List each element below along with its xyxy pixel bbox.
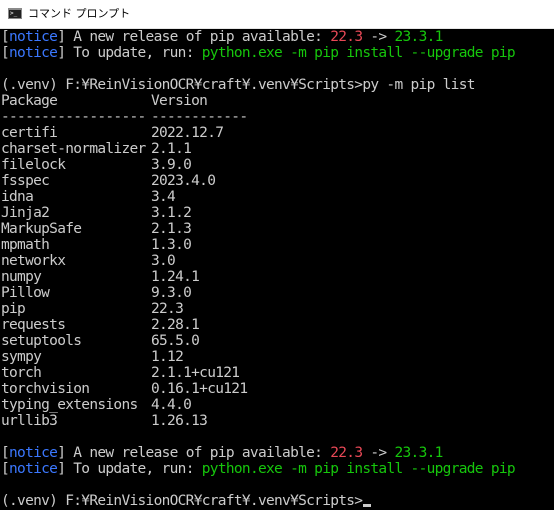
notice-text: A new release of pip available: bbox=[65, 29, 331, 45]
separator-version: ------------ bbox=[151, 109, 248, 125]
notice-tag: notice bbox=[9, 45, 58, 61]
table-row: filelock 3.9.0 bbox=[1, 157, 192, 173]
new-version: 23.3.1 bbox=[394, 29, 443, 45]
table-row: urllib3 1.26.13 bbox=[1, 413, 208, 429]
final-prompt-line[interactable]: (.venv) F:¥ReinVisionOCR¥craft¥.venv¥Scr… bbox=[1, 493, 372, 509]
table-header: Package Version bbox=[1, 93, 208, 109]
notice-line: [notice] A new release of pip available:… bbox=[1, 29, 443, 45]
package-version: 2.1.3 bbox=[151, 221, 192, 237]
package-name: typing_extensions bbox=[1, 397, 138, 413]
package-version: 65.5.0 bbox=[151, 333, 200, 349]
package-version: 3.4 bbox=[151, 189, 176, 205]
notice-line: [notice] To update, run: python.exe -m p… bbox=[1, 45, 516, 61]
notice-line: [notice] To update, run: python.exe -m p… bbox=[1, 461, 516, 477]
separator-package: ------------------ bbox=[1, 109, 146, 125]
table-separator: ------------------ ------------ bbox=[1, 109, 248, 125]
table-row: MarkupSafe 2.1.3 bbox=[1, 221, 192, 237]
table-row: setuptools 65.5.0 bbox=[1, 333, 200, 349]
notice-tag: notice bbox=[9, 29, 58, 45]
table-row: charset-normalizer 2.1.1 bbox=[1, 141, 192, 157]
package-version: 9.3.0 bbox=[151, 285, 192, 301]
package-version: 2023.4.0 bbox=[151, 173, 216, 189]
package-name: Jinja2 bbox=[1, 205, 50, 221]
package-name: certifi bbox=[1, 125, 58, 141]
package-name: MarkupSafe bbox=[1, 221, 82, 237]
header-version: Version bbox=[151, 93, 208, 109]
table-row: sympy 1.12 bbox=[1, 349, 184, 365]
package-name: numpy bbox=[1, 269, 42, 285]
package-version: 2.1.1+cu121 bbox=[151, 365, 240, 381]
table-row: typing_extensions 4.4.0 bbox=[1, 397, 192, 413]
package-name: charset-normalizer bbox=[1, 141, 146, 157]
notice-text: A new release of pip available: bbox=[65, 445, 331, 461]
package-version: 1.12 bbox=[151, 349, 184, 365]
entered-command: py -m pip list bbox=[362, 77, 475, 93]
old-version: 22.3 bbox=[330, 445, 363, 461]
package-name: pip bbox=[1, 301, 26, 317]
shell-prompt: (.venv) F:¥ReinVisionOCR¥craft¥.venv¥Scr… bbox=[1, 77, 363, 93]
package-version: 3.1.2 bbox=[151, 205, 192, 221]
old-version: 22.3 bbox=[330, 29, 363, 45]
package-version: 2022.12.7 bbox=[151, 125, 224, 141]
package-version: 2.1.1 bbox=[151, 141, 192, 157]
package-name: filelock bbox=[1, 157, 66, 173]
new-version: 23.3.1 bbox=[394, 445, 443, 461]
package-name: torch bbox=[1, 365, 42, 381]
package-version: 4.4.0 bbox=[151, 397, 192, 413]
package-name: mpmath bbox=[1, 237, 50, 253]
text-cursor bbox=[363, 504, 372, 507]
notice-text: To update, run: bbox=[65, 45, 202, 61]
table-row: mpmath 1.3.0 bbox=[1, 237, 192, 253]
table-row: Pillow 9.3.0 bbox=[1, 285, 192, 301]
package-version: 22.3 bbox=[151, 301, 184, 317]
table-row: torch 2.1.1+cu121 bbox=[1, 365, 240, 381]
upgrade-command: python.exe -m pip install --upgrade pip bbox=[201, 461, 516, 477]
notice-text: To update, run: bbox=[65, 461, 202, 477]
table-row: certifi 2022.12.7 bbox=[1, 125, 224, 141]
package-name: sympy bbox=[1, 349, 42, 365]
package-name: fsspec bbox=[1, 173, 50, 189]
table-row: fsspec 2023.4.0 bbox=[1, 173, 216, 189]
upgrade-command: python.exe -m pip install --upgrade pip bbox=[201, 45, 516, 61]
package-version: 2.28.1 bbox=[151, 317, 200, 333]
notice-tag: notice bbox=[9, 461, 58, 477]
notice-tag: notice bbox=[9, 445, 58, 461]
package-name: urllib3 bbox=[1, 413, 58, 429]
title-bar[interactable]: >_ コマンド プロンプト bbox=[0, 0, 554, 29]
command-line: (.venv) F:¥ReinVisionOCR¥craft¥.venv¥Scr… bbox=[1, 77, 475, 93]
package-version: 0.16.1+cu121 bbox=[151, 381, 248, 397]
header-package: Package bbox=[1, 93, 58, 109]
notice-line: [notice] A new release of pip available:… bbox=[1, 445, 443, 461]
table-row: pip 22.3 bbox=[1, 301, 184, 317]
table-row: idna 3.4 bbox=[1, 189, 176, 205]
console-output[interactable]: [notice] A new release of pip available:… bbox=[0, 29, 554, 510]
window-title: コマンド プロンプト bbox=[28, 7, 131, 20]
package-name: requests bbox=[1, 317, 66, 333]
package-version: 3.0 bbox=[151, 253, 176, 269]
table-row: requests 2.28.1 bbox=[1, 317, 200, 333]
package-name: torchvision bbox=[1, 381, 90, 397]
table-row: networkx 3.0 bbox=[1, 253, 176, 269]
table-row: Jinja2 3.1.2 bbox=[1, 205, 192, 221]
table-row: torchvision 0.16.1+cu121 bbox=[1, 381, 248, 397]
package-version: 1.24.1 bbox=[151, 269, 200, 285]
package-version: 1.26.13 bbox=[151, 413, 208, 429]
package-name: setuptools bbox=[1, 333, 82, 349]
cmd-icon: >_ bbox=[8, 8, 22, 19]
table-row: numpy 1.24.1 bbox=[1, 269, 200, 285]
package-name: idna bbox=[1, 189, 34, 205]
shell-prompt: (.venv) F:¥ReinVisionOCR¥craft¥.venv¥Scr… bbox=[1, 493, 363, 509]
package-name: Pillow bbox=[1, 285, 50, 301]
command-prompt-window: >_ コマンド プロンプト [notice] A new release of … bbox=[0, 0, 554, 510]
package-version: 1.3.0 bbox=[151, 237, 192, 253]
package-name: networkx bbox=[1, 253, 66, 269]
package-version: 3.9.0 bbox=[151, 157, 192, 173]
